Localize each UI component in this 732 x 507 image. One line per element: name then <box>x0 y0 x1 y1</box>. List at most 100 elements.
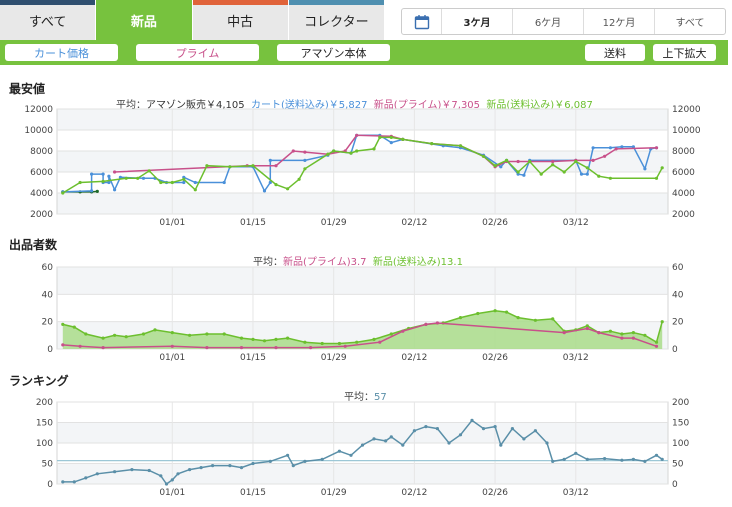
x-tick-label: 03/12 <box>563 353 589 363</box>
series-point-shipping <box>222 332 226 336</box>
series-point-ranking <box>401 443 405 447</box>
series-point-ranking <box>228 464 232 468</box>
series-point-shipping <box>608 329 613 333</box>
series-point-shipping <box>113 333 117 337</box>
y-tick-label-right: 200 <box>672 398 689 408</box>
series-point-shipping <box>389 332 393 336</box>
series-point-shipping <box>620 332 624 336</box>
series-point-ranking <box>499 443 503 447</box>
series-point-ranking <box>470 418 474 422</box>
series-point-shipping <box>505 158 509 162</box>
y-tick-label-right: 4000 <box>672 189 695 199</box>
x-tick-label: 01/29 <box>321 488 347 498</box>
series-point-ranking <box>447 441 451 445</box>
y-tick-label-right: 12000 <box>672 105 701 115</box>
series-point-prime <box>435 321 439 325</box>
series-point-ranking <box>349 453 353 457</box>
series-point-ranking <box>372 437 376 441</box>
series-point-cart <box>90 172 94 176</box>
series-point-prime <box>614 147 618 151</box>
series-point-shipping <box>654 176 659 180</box>
x-tick-label: 02/12 <box>401 218 427 228</box>
series-point-shipping <box>61 191 65 195</box>
series-point-ranking <box>631 457 636 461</box>
series-point-ranking <box>435 427 439 431</box>
series-point-ranking <box>176 472 180 476</box>
series-point-ranking <box>522 437 526 441</box>
keepa-chart-panel: すべて 新品 中古 コレクター 3ケ月 6ケ月 12ケ月 すべて カート価格 プ… <box>0 0 732 507</box>
series-point-shipping <box>159 180 163 185</box>
y-tick-label-left: 40 <box>42 290 54 300</box>
series-point-shipping <box>643 333 647 337</box>
series-point-ranking <box>286 453 290 457</box>
series-point-shipping <box>355 149 359 153</box>
series-point-prime <box>603 154 607 158</box>
series-point-prime <box>378 340 382 344</box>
series-point-ranking <box>551 459 555 463</box>
series-point-cart <box>303 158 307 162</box>
series-point-cart <box>620 145 624 149</box>
x-tick-label: 01/15 <box>240 218 266 228</box>
y-tick-label-left: 20 <box>42 318 54 328</box>
series-point-shipping <box>355 340 359 344</box>
series-point-ranking <box>643 459 647 463</box>
series-point-shipping <box>239 336 244 340</box>
series-point-cart <box>222 180 226 185</box>
series-point-ranking <box>303 459 307 463</box>
y-tick-label-right: 60 <box>672 263 684 273</box>
series-point-prime <box>597 331 601 335</box>
series-point-prime <box>170 344 174 348</box>
y-tick-label-left: 10000 <box>24 126 53 136</box>
series-point-prime <box>355 133 359 137</box>
series-point-shipping <box>170 180 174 185</box>
series-point-ranking <box>545 441 549 445</box>
series-point-ranking <box>481 427 486 431</box>
series-point-ranking <box>268 459 272 463</box>
series-point-cart <box>262 189 267 193</box>
series-point-shipping <box>562 170 566 174</box>
series-point-shipping <box>124 335 128 339</box>
series-point-cart <box>193 180 197 185</box>
series-point-shipping <box>528 159 532 164</box>
series-point-shipping <box>182 177 186 181</box>
y-tick-label-right: 8000 <box>672 147 695 157</box>
series-point-ranking <box>389 435 393 439</box>
series-point-prime <box>205 346 209 350</box>
series-point-shipping <box>516 316 520 320</box>
series-point-shipping <box>505 310 509 314</box>
series-point-ranking <box>61 480 65 484</box>
grid-band <box>57 267 668 295</box>
series-point-prime <box>61 343 65 347</box>
series-point-shipping <box>660 166 664 170</box>
series-point-ranking <box>384 439 388 443</box>
series-point-shipping <box>251 337 255 341</box>
y-tick-label-left: 0 <box>47 345 53 355</box>
series-point-ranking <box>603 457 607 461</box>
series-point-ranking <box>164 482 169 486</box>
series-point-shipping <box>574 159 578 164</box>
series-point-ranking <box>72 480 76 484</box>
series-point-shipping <box>170 331 174 335</box>
x-tick-label: 02/26 <box>482 353 508 363</box>
series-point-shipping <box>153 328 157 332</box>
series-point-shipping <box>349 151 353 155</box>
y-tick-label-left: 50 <box>42 460 54 470</box>
x-tick-label: 02/26 <box>482 218 508 228</box>
series-point-prime <box>424 322 428 326</box>
series-point-ranking <box>424 425 428 429</box>
series-point-shipping <box>551 317 555 321</box>
series-point-ranking <box>337 449 341 453</box>
series-point-prime <box>113 170 117 174</box>
series-point-shipping <box>72 325 76 329</box>
series-point-ranking <box>199 466 203 470</box>
series-point-shipping <box>493 164 497 168</box>
series-point-prime <box>343 344 347 348</box>
series-point-cart <box>522 173 526 177</box>
series-point-shipping <box>539 172 543 176</box>
series-point-ranking <box>170 478 174 482</box>
series-point-ranking <box>412 429 416 433</box>
series-point-ranking <box>113 470 117 474</box>
series-point-ranking <box>574 451 578 455</box>
series-point-shipping <box>141 332 146 336</box>
series-point-cart <box>107 174 111 178</box>
